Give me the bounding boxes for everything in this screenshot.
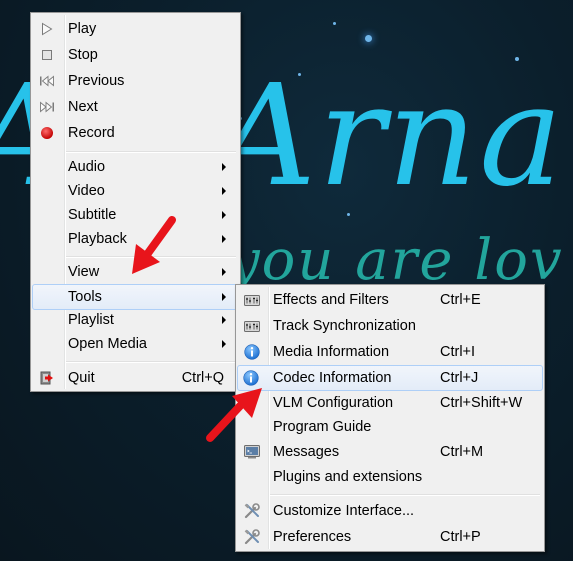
annotation-arrow-to-codec-information — [206, 388, 262, 442]
equalizer-icon — [238, 314, 266, 338]
menu-item-plugins-and-extensions[interactable]: Plugins and extensions — [238, 465, 542, 489]
submenu-arrow-icon — [222, 211, 226, 219]
submenu-arrow-icon — [222, 187, 226, 195]
menu-item-next[interactable]: Next — [33, 95, 238, 119]
menu-item-label: VLM Configuration — [273, 395, 394, 411]
menu-item-label: Playlist — [68, 312, 114, 328]
annotation-arrow-to-tools — [132, 216, 176, 274]
menu-item-program-guide[interactable]: Program Guide — [238, 415, 542, 439]
menu-item-label: Play — [68, 21, 97, 37]
menu-item-track-synchronization[interactable]: Track Synchronization — [238, 314, 542, 338]
menu-item-vlm-configuration[interactable]: VLM Configuration Ctrl+Shift+W — [238, 391, 542, 415]
menu-item-label: Subtitle — [68, 207, 117, 223]
menu-item-shortcut: Ctrl+J — [440, 370, 479, 386]
menu-item-preferences[interactable]: Preferences Ctrl+P — [238, 525, 542, 549]
stop-icon — [33, 43, 61, 67]
previous-icon — [33, 69, 61, 93]
menu-item-video[interactable]: Video — [33, 179, 238, 203]
submenu-arrow-icon — [222, 340, 226, 348]
menu-item-record[interactable]: Record — [33, 121, 238, 145]
menu-separator — [66, 151, 236, 153]
menu-item-label: Next — [68, 99, 98, 115]
tools-icon — [238, 499, 266, 523]
menu-item-effects-and-filters[interactable]: Effects and Filters Ctrl+E — [238, 288, 542, 312]
menu-item-audio[interactable]: Audio — [33, 155, 238, 179]
context-menu: Play Stop Previous Next Record Audio Vid… — [30, 12, 241, 392]
menu-item-label: Video — [68, 183, 105, 199]
menu-item-label: Audio — [68, 159, 106, 175]
menu-item-media-information[interactable]: Media Information Ctrl+I — [238, 340, 542, 364]
menu-item-label: Quit — [68, 370, 95, 386]
menu-item-shortcut: Ctrl+Shift+W — [440, 395, 523, 411]
next-icon — [33, 95, 61, 119]
submenu-arrow-icon — [222, 268, 226, 276]
menu-item-label: Track Synchronization — [273, 318, 416, 334]
menu-item-stop[interactable]: Stop — [33, 43, 238, 67]
menu-item-label: Open Media — [68, 336, 147, 352]
menu-item-label: Plugins and extensions — [273, 469, 423, 485]
menu-separator — [66, 361, 236, 363]
menu-item-label: Playback — [68, 231, 127, 247]
record-icon — [33, 121, 61, 145]
submenu-arrow-icon — [222, 316, 226, 324]
menu-item-label: View — [68, 264, 100, 280]
tools-submenu: Effects and Filters Ctrl+E Track Synchro… — [235, 284, 545, 552]
tools-icon — [238, 525, 266, 549]
menu-item-label: Record — [68, 125, 115, 141]
submenu-arrow-icon — [222, 293, 226, 301]
menu-item-customize-interface[interactable]: Customize Interface... — [238, 499, 542, 523]
equalizer-icon — [238, 288, 266, 312]
info-icon — [238, 340, 266, 364]
menu-item-label: Messages — [273, 444, 340, 460]
menu-item-codec-information[interactable]: Codec Information Ctrl+J — [237, 365, 543, 391]
menu-item-play[interactable]: Play — [33, 17, 238, 41]
background-title: Arna — [215, 55, 565, 218]
play-icon — [33, 17, 61, 41]
menu-item-shortcut: Ctrl+I — [440, 344, 476, 360]
submenu-arrow-icon — [222, 235, 226, 243]
menu-item-label: Codec Information — [273, 370, 392, 386]
menu-item-shortcut: Ctrl+M — [440, 444, 484, 460]
menu-item-label: Program Guide — [273, 419, 372, 435]
menu-item-label: Preferences — [273, 529, 352, 545]
menu-item-open-media[interactable]: Open Media — [33, 332, 238, 356]
menu-item-tools[interactable]: Tools — [32, 284, 238, 310]
menu-item-shortcut: Ctrl+E — [440, 292, 481, 308]
menu-item-label: Stop — [68, 47, 98, 63]
menu-item-label: Effects and Filters — [273, 292, 389, 308]
menu-item-messages[interactable]: Messages Ctrl+M — [238, 440, 542, 464]
menu-item-playlist[interactable]: Playlist — [33, 308, 238, 332]
star — [365, 35, 372, 42]
menu-item-shortcut: Ctrl+P — [440, 529, 481, 545]
menu-item-label: Previous — [68, 73, 125, 89]
quit-icon — [33, 366, 61, 390]
star — [333, 22, 336, 25]
submenu-arrow-icon — [222, 163, 226, 171]
menu-item-previous[interactable]: Previous — [33, 69, 238, 93]
menu-item-label: Customize Interface... — [273, 503, 415, 519]
menu-item-label: Media Information — [273, 344, 390, 360]
menu-separator — [270, 494, 540, 496]
menu-item-label: Tools — [68, 289, 102, 305]
